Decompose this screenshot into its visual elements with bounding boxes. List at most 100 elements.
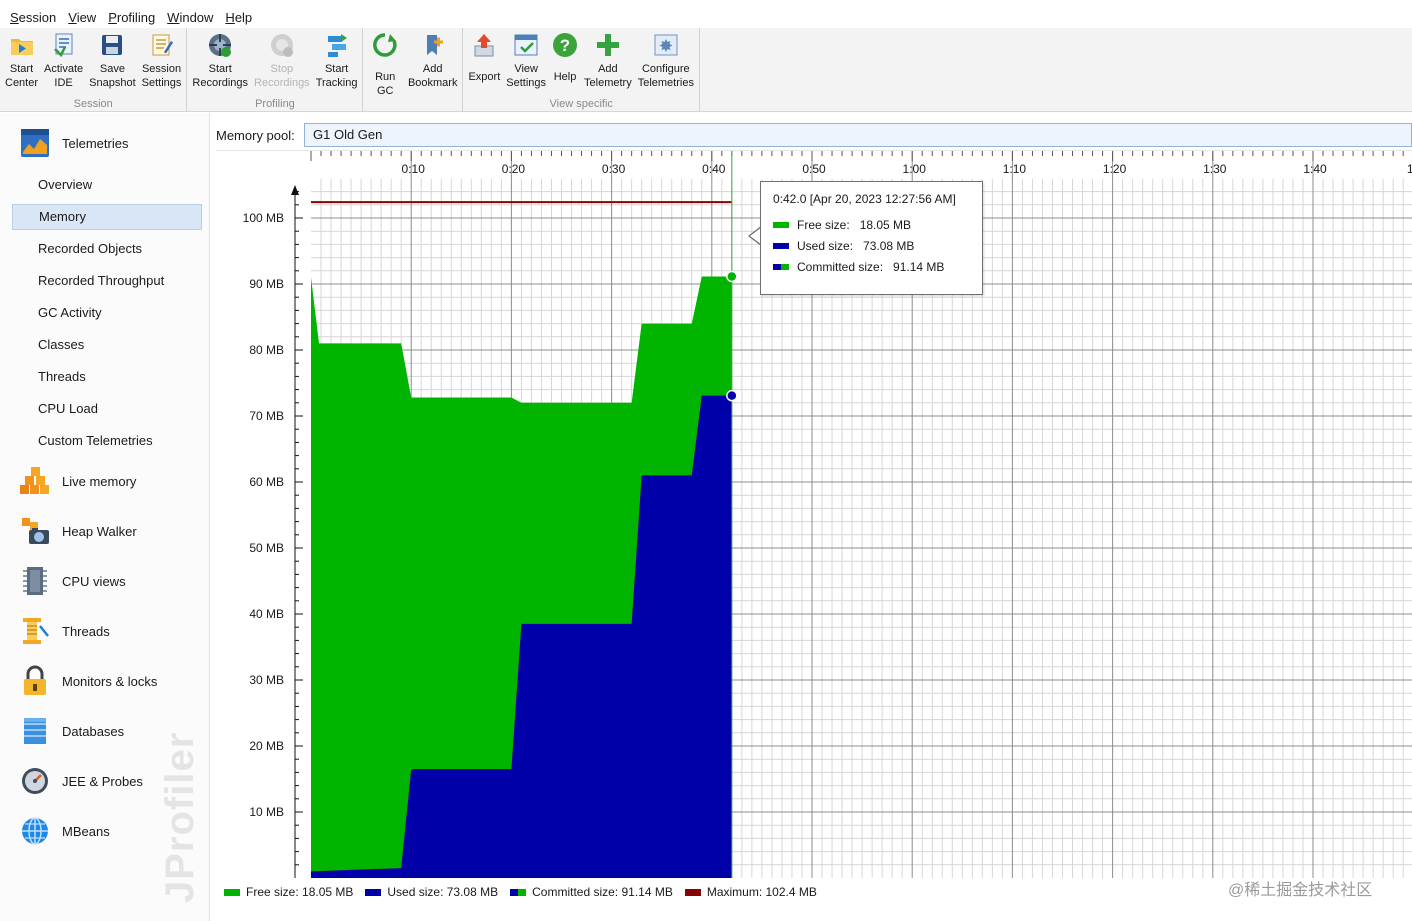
x-tick-label: 0:50 — [802, 162, 826, 176]
toolbar-group-session: Start Center Activate IDE Save Snapshot Ses… — [0, 28, 188, 112]
menu-label-rest: rofiling — [116, 9, 156, 25]
configure-telemetries-icon — [653, 32, 679, 58]
sidebar-item-memory[interactable]: Memory — [12, 204, 202, 230]
y-tick-label: 20 MB — [249, 739, 284, 753]
legend-swatch-maximum — [684, 888, 701, 896]
sidebar-section-jee-probes[interactable]: JEE & Probes — [18, 764, 143, 798]
tooltip-value: 18.05 MB — [859, 217, 912, 232]
toolbar-button-label: Add Bookmark — [407, 63, 458, 89]
legend-label: Committed size: 91.14 MB — [532, 885, 673, 899]
x-tick-label: 0:30 — [602, 162, 626, 176]
menu-help[interactable]: Help — [219, 10, 258, 25]
memory-pool-bar: Memory pool: — [216, 122, 301, 148]
sidebar-section-label: Monitors & locks — [62, 673, 158, 689]
sidebar-section-label: MBeans — [62, 823, 110, 839]
sidebar-section-mbeans[interactable]: MBeans — [18, 814, 110, 848]
heap-walker-icon — [18, 514, 52, 548]
sidebar-item-overview[interactable]: Overview — [12, 172, 202, 198]
toolbar-group-view-specific: Export View Settings? Help Add Telemetry Con… — [463, 28, 700, 112]
y-tick-label: 90 MB — [249, 277, 284, 291]
menu-mnemonic: W — [167, 9, 180, 25]
sidebar-item-classes[interactable]: Classes — [12, 332, 202, 358]
toolbar-group-gc: Run GC Add Bookmark — [363, 28, 464, 112]
x-tick-label: 1:10 — [1003, 162, 1027, 176]
menu-label-rest: iew — [76, 9, 97, 25]
jee-probes-icon — [18, 764, 52, 798]
y-tick-label: 70 MB — [249, 409, 284, 423]
toolbar-button-label: Add Telemetry — [584, 63, 632, 89]
sidebar-item-custom-telemetries[interactable]: Custom Telemetries — [12, 428, 202, 454]
y-tick-label: 30 MB — [249, 673, 284, 687]
menu-view[interactable]: View — [62, 10, 102, 25]
add-bookmark-button[interactable]: Add Bookmark — [405, 28, 461, 112]
chart-legend: Free size: 18.05 MB Used size: 73.08 MB … — [224, 885, 829, 899]
x-tick-label: 1:00 — [903, 162, 927, 176]
start-recordings-icon — [207, 32, 233, 58]
toolbar-button-label: Start Center — [5, 63, 39, 89]
legend-swatch-committed — [510, 888, 527, 896]
sidebar-item-gc-activity[interactable]: GC Activity — [12, 300, 202, 326]
toolbar-button-label: Run GC — [375, 71, 396, 97]
start-center-icon — [9, 32, 35, 58]
live-memory-icon — [18, 464, 52, 498]
sidebar-item-recorded-throughput[interactable]: Recorded Throughput — [12, 268, 202, 294]
toolbar-button-label: Help — [553, 71, 577, 83]
start-tracking-icon — [324, 32, 350, 58]
legend-item-maximum: Maximum: 102.4 MB — [684, 885, 817, 899]
add-bookmark-icon — [420, 32, 446, 58]
y-tick-label: 100 MB — [243, 211, 284, 225]
toolbar-group-name: Session — [73, 98, 113, 110]
x-tick-label: 1:20 — [1103, 162, 1127, 176]
tooltip-row-free: Free size: 18.05 MB — [773, 214, 982, 235]
menu-label-rest: indow — [179, 9, 214, 25]
tooltip-value: 73.08 MB — [863, 238, 915, 253]
sidebar-section-heap-walker[interactable]: Heap Walker — [18, 514, 137, 548]
free-swatch — [773, 221, 789, 228]
memory-pool-label: Memory pool: — [216, 127, 295, 143]
sidebar-section-label: Live memory — [62, 473, 137, 489]
sidebar-section-monitors-locks[interactable]: Monitors & locks — [18, 664, 157, 698]
save-snapshot-icon — [99, 32, 125, 58]
legend-swatch-used — [365, 888, 382, 896]
y-axis-arrow — [291, 185, 299, 195]
sidebar-section-databases[interactable]: Databases — [18, 714, 124, 748]
menu-window[interactable]: Window — [161, 10, 219, 25]
toolbar-button-label: Activate IDE — [44, 63, 84, 89]
menu-profiling[interactable]: Profiling — [102, 10, 161, 25]
sidebar-item-recorded-objects[interactable]: Recorded Objects — [12, 236, 202, 262]
sidebar-section-cpu-views[interactable]: CPU views — [18, 564, 126, 598]
telemetries-icon — [18, 126, 52, 160]
sidebar-section-telemetries[interactable]: Telemetries — [18, 126, 128, 160]
menu-session[interactable]: Session — [4, 10, 62, 25]
menu-bar: Session View Profiling Window Help — [0, 6, 1412, 28]
sidebar-section-label: JEE & Probes — [62, 773, 143, 789]
threads-icon — [18, 614, 52, 648]
toolbar: Start Center Activate IDE Save Snapshot Ses… — [0, 28, 1412, 112]
legend-label: Free size: 18.05 MB — [246, 885, 354, 899]
y-tick-label: 60 MB — [249, 475, 284, 489]
legend-item-committed: Committed size: 91.14 MB — [510, 885, 673, 899]
y-tick-label: 10 MB — [249, 805, 284, 819]
x-tick-label: 0:40 — [702, 162, 726, 176]
sidebar-item-cpu-load[interactable]: CPU Load — [12, 396, 202, 422]
legend-label: Maximum: 102.4 MB — [706, 885, 817, 899]
legend-item-used: Used size: 73.08 MB — [365, 885, 498, 899]
used-swatch — [773, 242, 789, 249]
tooltip-key: Committed size: — [797, 259, 884, 274]
used-point-marker — [726, 389, 738, 402]
toolbar-group-profiling: Start Recordings Stop Recordings Start Tra… — [187, 28, 364, 112]
sidebar-section-live-memory[interactable]: Live memory — [18, 464, 136, 498]
tooltip-row-committed: Committed size: 91.14 MB — [773, 256, 982, 277]
memory-pool-select[interactable]: G1 Old Gen — [304, 123, 1412, 147]
tooltip-row-used: Used size: 73.08 MB — [773, 235, 982, 256]
run-gc-button[interactable]: Run GC — [365, 28, 404, 112]
tooltip-value: 91.14 MB — [893, 259, 945, 274]
export-icon — [471, 32, 497, 58]
legend-swatch-free — [224, 888, 240, 896]
toolbar-group-name: View specific — [549, 98, 613, 110]
jprofiler-watermark: JProfiler — [158, 731, 202, 903]
sidebar-section-threads[interactable]: Threads — [18, 614, 110, 648]
sidebar-item-threads[interactable]: Threads — [12, 364, 202, 390]
run-gc-icon — [372, 32, 398, 58]
chart-tooltip: 0:42.0 [Apr 20, 2023 12:27:56 AM] Free s… — [760, 181, 983, 295]
